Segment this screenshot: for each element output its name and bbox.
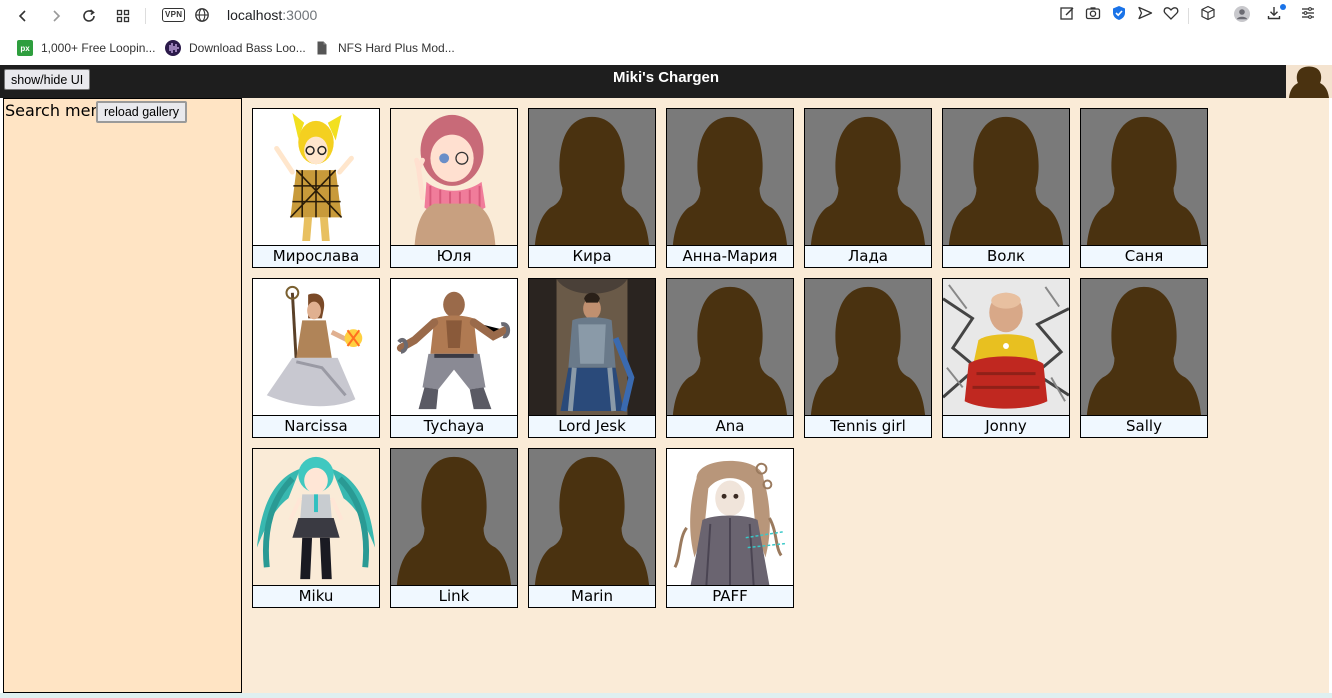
edit-icon[interactable] [1059,5,1075,21]
character-name: Лада [804,245,932,268]
vpn-badge[interactable]: VPN [162,8,186,22]
bookmark-item[interactable]: px 1,000+ Free Loopin... [17,40,155,56]
bookmark-label: NFS Hard Plus Mod... [338,41,455,55]
character-name: Tennis girl [804,415,932,438]
character-card[interactable]: Jonny [942,278,1070,438]
character-name: PAFF [666,585,794,608]
character-name: Marin [528,585,656,608]
character-name: Юля [390,245,518,268]
placeholder-silhouette-image[interactable] [804,278,932,416]
character-card[interactable]: Marin [528,448,656,608]
camera-icon[interactable] [1085,5,1101,21]
character-portrait-image[interactable] [528,278,656,416]
heart-icon[interactable] [1163,5,1179,21]
placeholder-silhouette-image[interactable] [1080,108,1208,246]
character-name: Волк [942,245,1070,268]
character-portrait-image[interactable] [666,448,794,586]
character-name: Sally [1080,415,1208,438]
url-host: localhost [227,7,283,23]
toolbar-divider [1188,8,1189,24]
px-icon: px [17,40,33,56]
character-portrait-image[interactable] [252,448,380,586]
character-gallery: Мирослава Юля Кира Анна-Мария Лада Волк Саня Na… [242,98,1329,693]
character-name: Lord Jesk [528,415,656,438]
forward-icon[interactable] [45,5,67,27]
character-portrait-image[interactable] [390,278,518,416]
character-card[interactable]: Ana [666,278,794,438]
toolbar-divider [145,8,146,24]
character-portrait-image[interactable] [390,108,518,246]
tabs-grid-icon[interactable] [112,5,134,27]
app-title: Miki's Chargen [612,69,720,86]
reload-gallery-button[interactable]: reload gallery [96,101,188,123]
placeholder-silhouette-image[interactable] [666,278,794,416]
placeholder-silhouette-image[interactable] [390,448,518,586]
character-name: Ana [666,415,794,438]
menu-icon[interactable] [1300,5,1316,21]
globe-icon[interactable] [194,7,210,23]
character-portrait-image[interactable] [942,278,1070,416]
character-card[interactable]: PAFF [666,448,794,608]
bookmark-item[interactable]: Download Bass Loo... [165,40,306,56]
reload-icon[interactable] [78,5,100,27]
character-card[interactable]: Анна-Мария [666,108,794,268]
cube-icon[interactable] [1200,5,1216,21]
send-icon[interactable] [1137,5,1153,21]
character-name: Link [390,585,518,608]
placeholder-silhouette-image[interactable] [528,108,656,246]
placeholder-silhouette-image[interactable] [942,108,1070,246]
character-name: Кира [528,245,656,268]
placeholder-silhouette-image[interactable] [1080,278,1208,416]
search-menu-label: Search menu [5,101,111,120]
character-card[interactable]: Miku [252,448,380,608]
character-card[interactable]: Лада [804,108,932,268]
url-port: :3000 [282,7,318,23]
character-name: Narcissa [252,415,380,438]
character-name: Саня [1080,245,1208,268]
bookmark-label: Download Bass Loo... [189,41,306,55]
character-card[interactable]: Lord Jesk [528,278,656,438]
notification-dot [1280,4,1286,10]
profile-avatar-icon[interactable] [1232,4,1252,24]
character-portrait-image[interactable] [252,108,380,246]
placeholder-silhouette-image[interactable] [804,108,932,246]
bookmark-label: 1,000+ Free Loopin... [41,41,156,55]
address-bar[interactable]: localhost:3000 [227,7,317,23]
back-icon[interactable] [12,5,34,27]
bottom-strip [0,693,1332,698]
character-name: Анна-Мария [666,245,794,268]
sidebar: Search menu reload gallery [3,98,242,693]
placeholder-silhouette-image[interactable] [528,448,656,586]
placeholder-silhouette-image[interactable] [666,108,794,246]
app-header: show/hide UI Miki's Chargen [0,65,1332,98]
character-name: Jonny [942,415,1070,438]
character-card[interactable]: Link [390,448,518,608]
waveform-icon [165,40,181,56]
character-card[interactable]: Tychaya [390,278,518,438]
character-card[interactable]: Tennis girl [804,278,932,438]
character-portrait-image[interactable] [252,278,380,416]
browser-toolbar: VPN localhost:3000 [0,0,1332,32]
document-icon [314,40,330,56]
bookmarks-bar: px 1,000+ Free Loopin... Download Bass L… [0,32,1332,64]
character-card[interactable]: Саня [1080,108,1208,268]
character-card[interactable]: Волк [942,108,1070,268]
header-avatar[interactable] [1286,65,1332,98]
character-card[interactable]: Sally [1080,278,1208,438]
shield-check-icon[interactable] [1111,5,1127,21]
bookmark-item[interactable]: NFS Hard Plus Mod... [314,40,455,56]
character-card[interactable]: Юля [390,108,518,268]
character-card[interactable]: Кира [528,108,656,268]
character-card[interactable]: Narcissa [252,278,380,438]
character-card[interactable]: Мирослава [252,108,380,268]
character-name: Tychaya [390,415,518,438]
character-name: Мирослава [252,245,380,268]
character-name: Miku [252,585,380,608]
